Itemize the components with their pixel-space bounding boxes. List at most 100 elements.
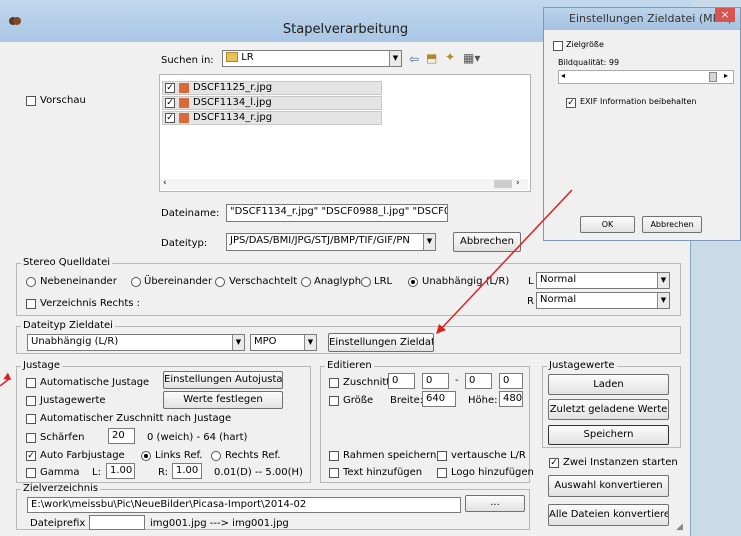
crop-checkbox[interactable] [329,378,339,388]
cancel-button[interactable]: Abbrechen [453,232,521,252]
list-item[interactable]: ✓ DSCF1134_l.jpg [162,96,382,110]
crop-input-4[interactable]: 0 [499,373,523,389]
chevron-right-icon[interactable]: › [516,178,520,188]
radio-interlaced[interactable] [215,277,225,287]
dialog-title-bar: Einstellungen Zieldatei (MPO) × [544,8,740,30]
filename-label: Dateiname: [161,208,220,219]
exif-checkbox[interactable]: ✓ [566,98,576,108]
preview-label: Vorschau [40,95,86,106]
dir-right-checkbox[interactable] [26,299,36,309]
target-format-select[interactable]: MPO ▼ [250,334,317,351]
radio-side-by-side[interactable] [26,277,36,287]
ok-button[interactable]: OK [580,216,635,233]
two-instances-checkbox[interactable]: ✓ [549,458,559,468]
auto-adjust-checkbox[interactable] [26,378,36,388]
sharpen-hint: 0 (weich) - 64 (hart) [147,432,248,443]
browse-button[interactable]: ... [465,495,525,512]
chevron-left-icon[interactable]: ‹ [163,178,167,188]
list-item[interactable]: ✓ DSCF1125_r.jpg [162,81,382,95]
image-file-icon [179,83,189,93]
left-image-select[interactable]: Normal ▼ [536,272,670,289]
image-file-icon [179,98,189,108]
convert-selection-button[interactable]: Auswahl konvertieren [548,475,669,497]
height-input[interactable]: 480 [499,391,523,407]
auto-crop-checkbox[interactable] [26,414,36,424]
gamma-checkbox[interactable] [26,468,36,478]
target-mode-select[interactable]: Unabhängig (L/R) ▼ [27,334,245,351]
gamma-l-input[interactable]: 1.00 [106,463,135,479]
file-list[interactable]: ✓ DSCF1125_r.jpg ✓ DSCF1134_l.jpg ✓ DSCF… [159,74,531,192]
height-label: Höhe: [468,395,498,406]
crop-dash: - [455,375,459,386]
radio-lrl[interactable] [361,277,371,287]
auto-adjust-settings-button[interactable]: Einstellungen Autojustage [163,371,283,389]
gamma-r-input[interactable]: 1.00 [172,463,202,479]
scroll-thumb[interactable] [494,180,512,188]
right-image-select[interactable]: Normal ▼ [536,292,670,309]
resize-grip-icon[interactable]: ◢ [676,522,683,532]
filename-input[interactable]: "DSCF1134_r.jpg" "DSCF0988_l.jpg" "DSCF0… [226,204,448,222]
save-button[interactable]: Speichern [548,425,669,445]
select-value: Normal [540,274,577,285]
size-checkbox[interactable] [329,396,339,406]
file-checkbox[interactable]: ✓ [165,83,175,93]
radio-right-ref[interactable] [211,451,221,461]
sharpen-checkbox[interactable] [26,433,36,443]
size-label: Größe [343,395,374,406]
radio-left-ref[interactable] [141,451,151,461]
chevron-right-icon[interactable]: ▸ [724,71,728,80]
group-title: Editieren [325,360,374,371]
chevron-left-icon[interactable]: ◂ [561,71,565,80]
quality-slider[interactable]: ◂ ▸ [558,70,734,84]
up-folder-icon[interactable]: ⬒ [426,51,437,65]
two-instances-label: Zwei Instanzen starten [563,457,678,468]
convert-all-button[interactable]: Alle Dateien konvertieren [548,504,669,526]
set-values-button[interactable]: Werte festlegen [163,391,283,409]
adjust-values-label: Justagewerte [40,395,106,406]
crop-input-1[interactable]: 0 [388,373,415,389]
target-settings-button[interactable]: Einstellungen Zieldatei [328,333,434,352]
auto-color-checkbox[interactable]: ✓ [26,451,36,461]
new-folder-icon[interactable]: ✦ [445,50,455,64]
target-path-input[interactable]: E:\work\meissbu\Pic\NeueBilder\Picasa-Im… [27,497,461,513]
save-frame-checkbox[interactable] [329,451,339,461]
sharpen-input[interactable]: 20 [108,428,135,444]
add-text-checkbox[interactable] [329,468,339,478]
swap-lr-checkbox[interactable] [437,451,447,461]
dialog-cancel-button[interactable]: Abbrechen [642,216,702,233]
view-menu-icon[interactable]: ▦▾ [463,51,480,65]
crop-input-3[interactable]: 0 [465,373,492,389]
list-item[interactable]: ✓ DSCF1134_r.jpg [162,111,382,125]
file-checkbox[interactable]: ✓ [165,98,175,108]
slider-thumb[interactable] [709,72,717,82]
preview-checkbox[interactable] [26,96,36,106]
horizontal-scrollbar[interactable]: ‹ › [160,178,528,190]
save-frame-label: Rahmen speichern [343,450,437,461]
load-button[interactable]: Laden [548,374,669,395]
width-input[interactable]: 640 [422,391,456,407]
adjust-values-checkbox[interactable] [26,396,36,406]
target-size-checkbox[interactable] [553,41,563,51]
prefix-input[interactable] [89,515,145,530]
add-logo-checkbox[interactable] [437,468,447,478]
filetype-select[interactable]: JPS/DAS/BMI/JPG/STJ/BMP/TIF/GIF/PN ▼ [226,233,436,251]
group-title: Dateityp Zieldatei [21,320,115,331]
filetype-value: JPS/DAS/BMI/JPG/STJ/BMP/TIF/GIF/PN [230,235,410,246]
gamma-hint: 0.01(D) -- 5.00(H) [214,467,303,478]
file-checkbox[interactable]: ✓ [165,113,175,123]
search-folder-value: LR [241,52,254,63]
last-loaded-button[interactable]: Zuletzt geladene Werte [548,399,669,420]
radio-over-under[interactable] [131,277,141,287]
width-label: Breite: [390,395,424,406]
group-title: Justagewerte [547,360,617,371]
radio-anaglyph[interactable] [301,277,311,287]
search-folder-select[interactable]: LR ▼ [222,50,402,67]
dir-right-label: Verzeichnis Rechts : [40,298,141,309]
back-icon[interactable]: ⇦ [409,52,419,66]
dialog-title: Einstellungen Zieldatei (MPO) [569,12,733,25]
radio-independent[interactable] [408,277,418,287]
close-icon[interactable]: × [715,8,735,22]
quality-label: Bildqualität: 99 [558,58,620,67]
crop-input-2[interactable]: 0 [422,373,449,389]
chevron-down-icon: ▼ [657,273,669,288]
